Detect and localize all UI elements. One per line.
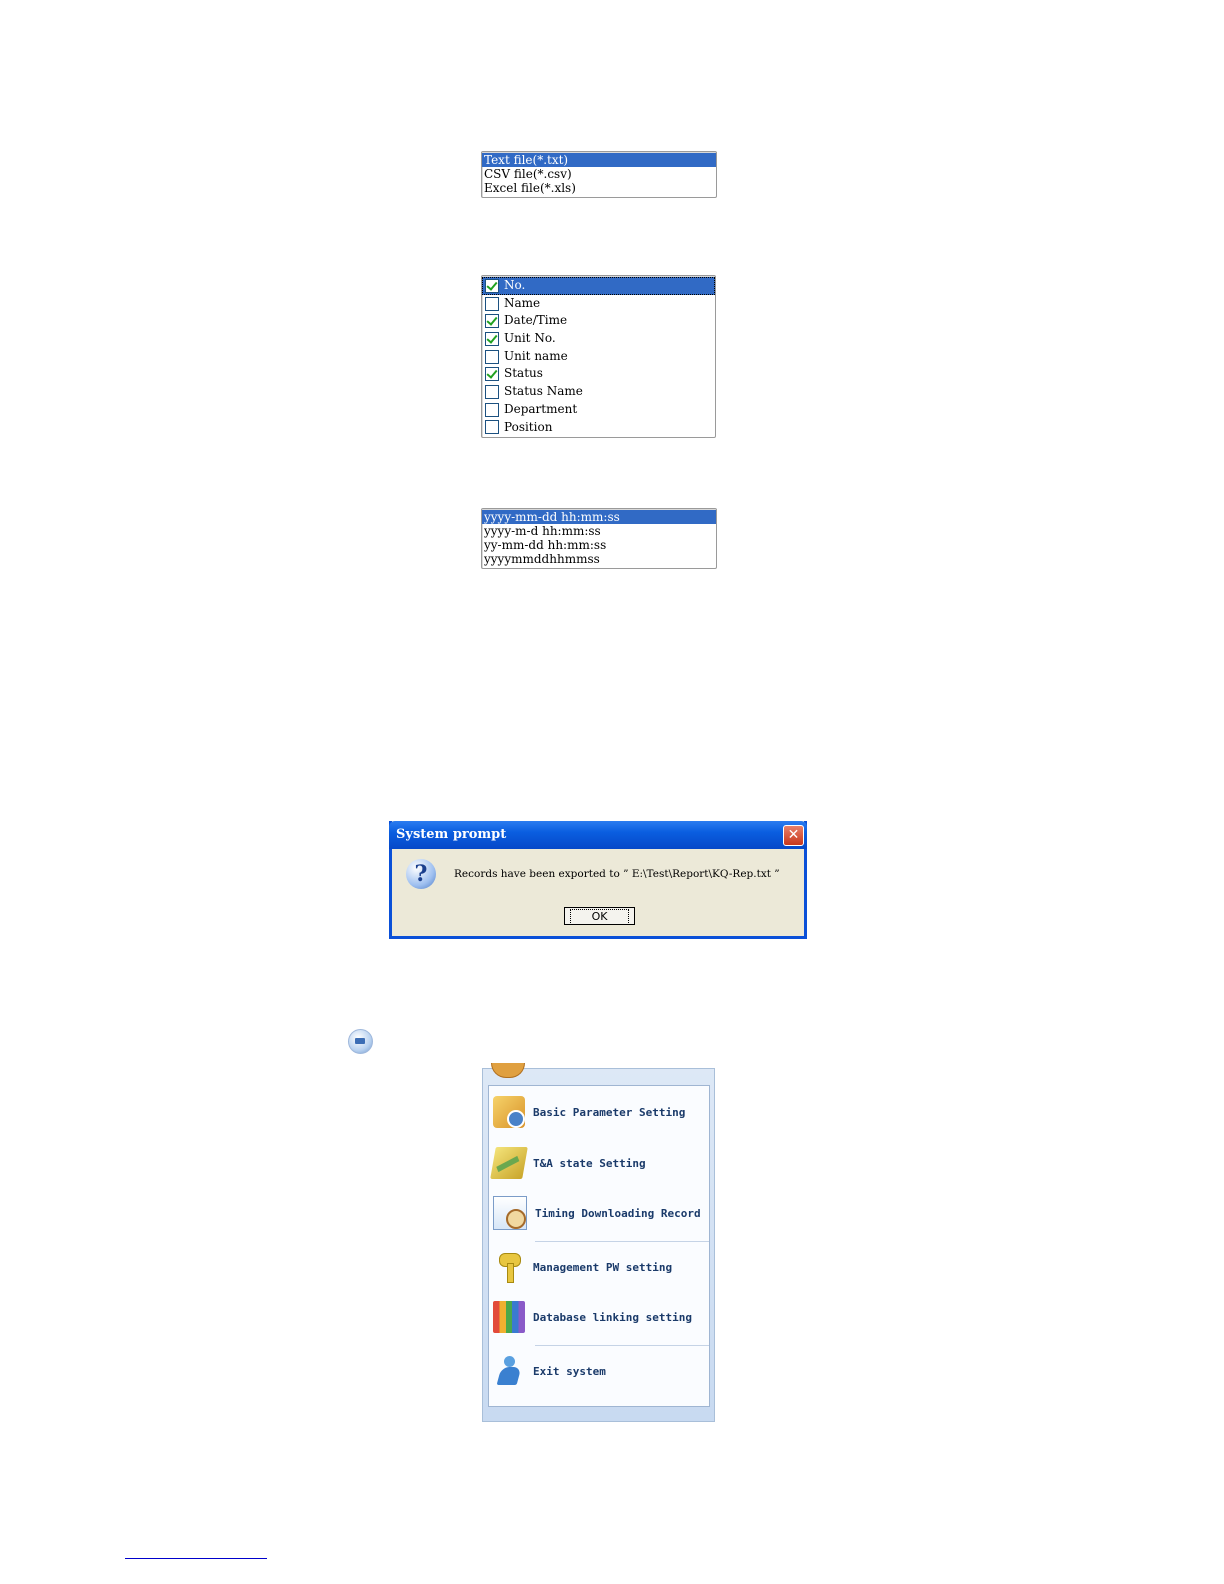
- dialog-message: Records have been exported to ” E:\Test\…: [454, 868, 780, 880]
- field-item-unit-name[interactable]: Unit name: [482, 348, 715, 366]
- menu-item-basic-parameter[interactable]: Basic Parameter Setting: [489, 1092, 709, 1132]
- menu-item-timing-download[interactable]: Timing Downloading Record: [489, 1193, 709, 1233]
- file-type-option-csv[interactable]: CSV file(*.csv): [482, 167, 716, 181]
- field-item-status[interactable]: Status: [482, 365, 715, 383]
- field-label: Status Name: [504, 384, 583, 399]
- field-label: Department: [504, 401, 578, 416]
- ok-button[interactable]: OK: [564, 907, 635, 925]
- checkbox-name[interactable]: [485, 296, 499, 311]
- menu-item-exit-system[interactable]: Exit system: [489, 1351, 709, 1391]
- close-icon[interactable]: ✕: [783, 825, 804, 846]
- exit-icon: [493, 1355, 525, 1387]
- field-label: Status: [504, 366, 543, 381]
- checkbox-department[interactable]: [485, 402, 499, 417]
- checkbox-position[interactable]: [485, 420, 499, 435]
- field-label: Date/Time: [504, 313, 568, 328]
- menu-item-label: T&A state Setting: [533, 1156, 646, 1170]
- menu-orb-icon[interactable]: [491, 1063, 525, 1078]
- file-type-option-txt[interactable]: Text file(*.txt): [482, 153, 716, 167]
- date-format-option[interactable]: yyyymmddhhmmss: [482, 552, 716, 566]
- field-label: No.: [504, 278, 526, 292]
- field-item-datetime[interactable]: Date/Time: [482, 312, 715, 330]
- field-label: Unit No.: [504, 331, 556, 346]
- question-icon: ?: [406, 859, 436, 889]
- date-format-option[interactable]: yy-mm-dd hh:mm:ss: [482, 538, 716, 552]
- system-menu-list: Basic Parameter Setting T&A state Settin…: [488, 1085, 710, 1407]
- menu-item-label: Management PW setting: [533, 1260, 673, 1274]
- parameter-icon: [493, 1096, 525, 1128]
- file-type-option-xls[interactable]: Excel file(*.xls): [482, 181, 716, 195]
- menu-item-label: Basic Parameter Setting: [533, 1105, 686, 1119]
- menu-item-label: Exit system: [533, 1364, 606, 1378]
- timing-icon: [493, 1196, 527, 1230]
- checkbox-status-name[interactable]: [485, 384, 499, 399]
- key-icon: [493, 1251, 525, 1283]
- date-format-listbox[interactable]: yyyy-mm-dd hh:mm:ss yyyy-m-d hh:mm:ss yy…: [481, 508, 717, 569]
- field-item-status-name[interactable]: Status Name: [482, 383, 715, 401]
- ta-state-icon: [490, 1147, 528, 1179]
- checkbox-status[interactable]: [485, 367, 499, 382]
- menu-separator: [535, 1345, 709, 1346]
- checkbox-unit-no[interactable]: [485, 331, 499, 346]
- checkbox-datetime[interactable]: [485, 314, 499, 329]
- ok-button-label: OK: [569, 909, 630, 925]
- field-label: Position: [504, 419, 553, 434]
- file-type-listbox[interactable]: Text file(*.txt) CSV file(*.csv) Excel f…: [481, 151, 717, 198]
- database-icon: [493, 1301, 525, 1333]
- system-prompt-dialog: System prompt ✕ ? Records have been expo…: [389, 821, 807, 939]
- field-label: Name: [504, 295, 541, 310]
- field-item-department[interactable]: Department: [482, 401, 715, 419]
- field-item-position[interactable]: Position: [482, 419, 715, 437]
- export-fields-checklist[interactable]: No. Name Date/Time Unit No. Unit name St…: [481, 275, 716, 438]
- footnote-rule: [125, 1558, 267, 1559]
- menu-item-management-pw[interactable]: Management PW setting: [489, 1247, 709, 1287]
- date-format-option[interactable]: yyyy-mm-dd hh:mm:ss: [482, 510, 716, 524]
- field-item-name[interactable]: Name: [482, 295, 715, 313]
- menu-item-ta-state[interactable]: T&A state Setting: [489, 1143, 709, 1183]
- field-label: Unit name: [504, 348, 568, 363]
- checkbox-unit-name[interactable]: [485, 349, 499, 364]
- menu-item-database-linking[interactable]: Database linking setting: [489, 1297, 709, 1337]
- system-menu-icon[interactable]: [348, 1029, 373, 1054]
- field-item-no[interactable]: No.: [482, 277, 715, 295]
- system-menu-panel: Basic Parameter Setting T&A state Settin…: [482, 1063, 715, 1422]
- date-format-option[interactable]: yyyy-m-d hh:mm:ss: [482, 524, 716, 538]
- dialog-titlebar[interactable]: System prompt ✕: [389, 821, 807, 849]
- menu-item-label: Database linking setting: [533, 1310, 692, 1324]
- dialog-title: System prompt: [396, 827, 507, 842]
- checkbox-no[interactable]: [485, 278, 499, 293]
- menu-separator: [535, 1241, 709, 1242]
- menu-item-label: Timing Downloading Record: [535, 1206, 701, 1220]
- field-item-unit-no[interactable]: Unit No.: [482, 330, 715, 348]
